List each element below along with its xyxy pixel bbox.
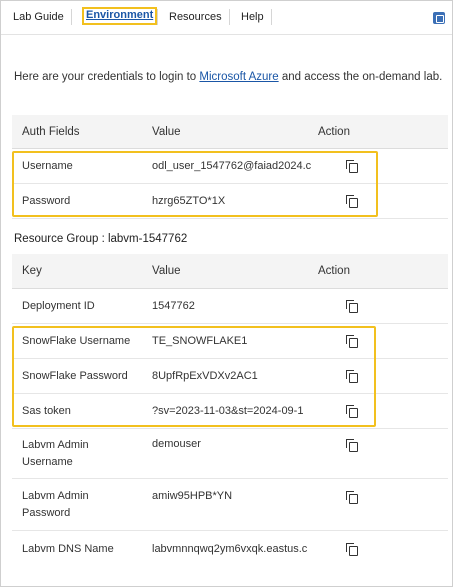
key-label: Labvm DNS Name — [22, 543, 114, 555]
tab-resources[interactable]: Resources — [169, 9, 222, 25]
col-header-key: Key — [22, 265, 42, 277]
key-label: SnowFlake Username — [22, 335, 131, 347]
auth-table-header: Auth Fields Value Action — [12, 115, 448, 149]
copy-icon[interactable] — [346, 300, 358, 313]
key-value: amiw95HPB*YN — [152, 490, 233, 502]
col-header-action: Action — [318, 125, 350, 138]
tab-divider — [157, 9, 158, 25]
table-row: Username odl_user_1547762@faiad2024.c — [12, 149, 448, 184]
copy-icon[interactable] — [346, 370, 358, 383]
tab-divider — [271, 9, 272, 25]
intro-before: Here are your credentials to login to — [14, 71, 200, 83]
table-row: SnowFlake Password 8UpfRpExVDXv2AC1 — [12, 359, 448, 394]
key-value: ?sv=2023-11-03&st=2024-09-1 — [152, 405, 304, 417]
table-row: Password hzrg65ZTO*1X — [12, 184, 448, 219]
azure-link[interactable]: Microsoft Azure — [199, 71, 278, 83]
table-row: Labvm DNS Name labvmnnqwq2ym6vxqk.eastus… — [12, 531, 448, 567]
field-username-value: odl_user_1547762@faiad2024.c — [152, 160, 312, 172]
col-header-value: Value — [152, 125, 181, 138]
tab-help[interactable]: Help — [241, 9, 264, 25]
key-value: demouser — [152, 438, 201, 450]
key-label: Deployment ID — [22, 300, 95, 312]
tab-divider — [229, 9, 230, 25]
key-value: 1547762 — [152, 300, 195, 312]
key-label: Labvm Admin Password — [22, 489, 89, 519]
copy-icon[interactable] — [346, 335, 358, 348]
table-row: Sas token ?sv=2023-11-03&st=2024-09-1 — [12, 394, 448, 429]
col-header-auth-fields: Auth Fields — [22, 125, 80, 138]
tab-lab-guide[interactable]: Lab Guide — [13, 9, 64, 25]
resource-table-header: Key Value Action — [12, 254, 448, 289]
copy-icon[interactable] — [346, 543, 358, 556]
key-value: labvmnnqwq2ym6vxqk.eastus.c — [152, 543, 308, 555]
table-row: Deployment ID 1547762 — [12, 289, 448, 324]
copy-icon[interactable] — [346, 405, 358, 418]
resource-group-label: Resource Group : labvm-1547762 — [14, 233, 188, 245]
key-label: Sas token — [22, 405, 71, 417]
popout-icon[interactable] — [433, 12, 445, 24]
key-value: TE_SNOWFLAKE1 — [152, 335, 248, 347]
copy-icon[interactable] — [346, 491, 358, 504]
col-header-value: Value — [152, 265, 181, 277]
key-label: Labvm Admin Username — [22, 438, 89, 468]
tab-bar: Lab Guide Environment Resources Help — [1, 1, 452, 35]
tab-divider — [71, 9, 72, 25]
copy-icon[interactable] — [346, 160, 358, 173]
table-row: Labvm Admin Username demouser — [12, 429, 448, 479]
table-row: SnowFlake Username TE_SNOWFLAKE1 — [12, 324, 448, 359]
col-header-action: Action — [318, 265, 350, 277]
lab-panel: Lab Guide Environment Resources Help Her… — [0, 0, 453, 587]
key-label: SnowFlake Password — [22, 370, 128, 382]
tab-environment[interactable]: Environment — [82, 7, 158, 25]
copy-icon[interactable] — [346, 439, 358, 452]
field-username-label: Username — [22, 160, 73, 172]
field-password-value: hzrg65ZTO*1X — [152, 195, 226, 207]
copy-icon[interactable] — [346, 195, 358, 208]
field-password-label: Password — [22, 195, 71, 207]
table-row: Labvm Admin Password amiw95HPB*YN — [12, 479, 448, 531]
key-value: 8UpfRpExVDXv2AC1 — [152, 370, 258, 382]
intro-text: Here are your credentials to login to Mi… — [14, 71, 442, 83]
intro-after: and access the on-demand lab. — [278, 71, 443, 83]
